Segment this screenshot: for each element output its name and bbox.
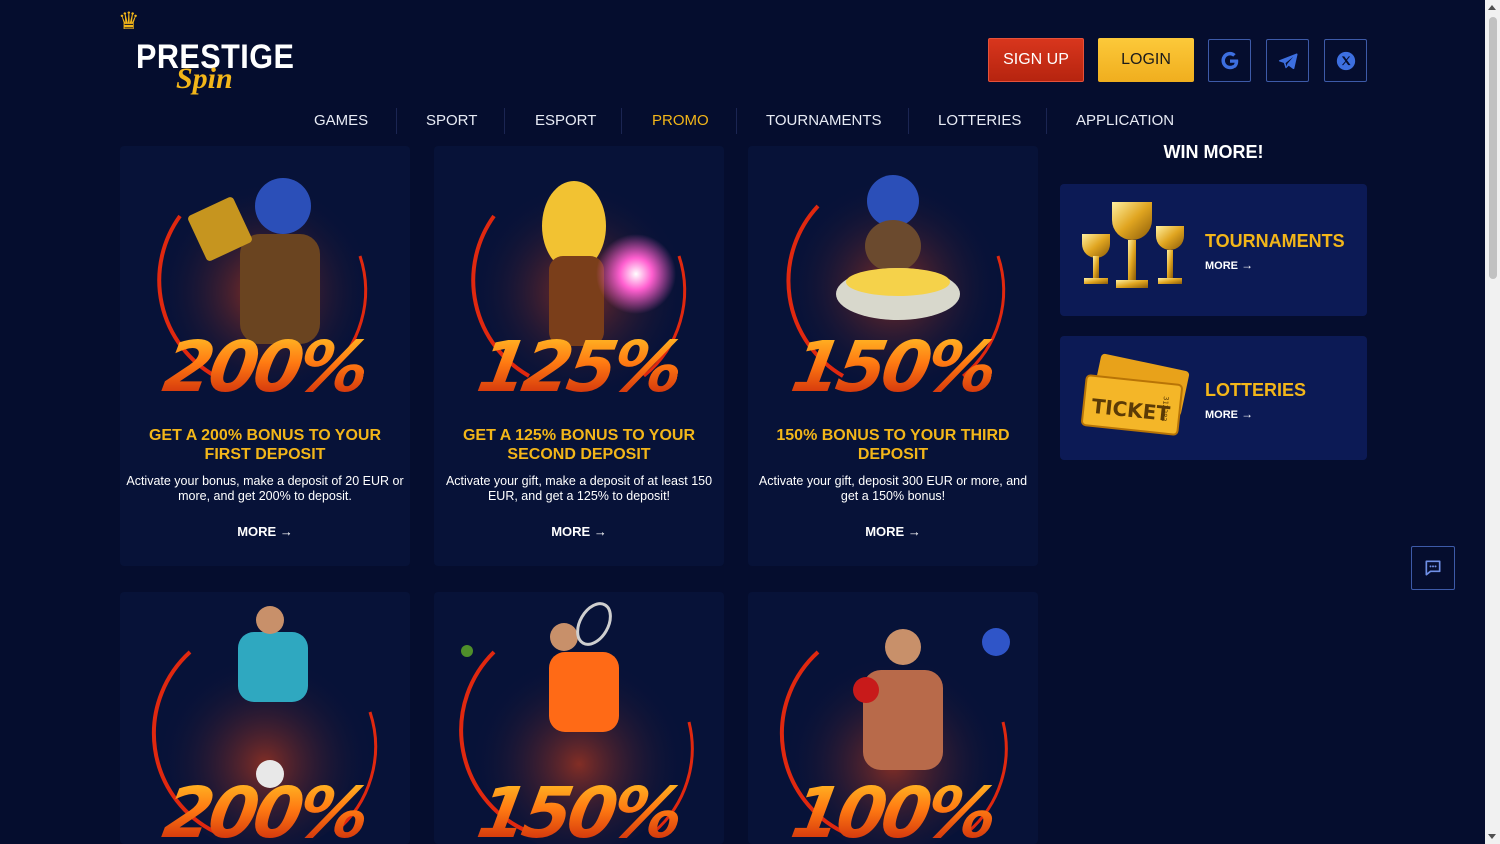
promo-description: Activate your gift, make a deposit of at… — [445, 474, 713, 503]
nav-divider — [1046, 108, 1047, 134]
nav-tournaments[interactable]: TOURNAMENTS — [766, 108, 882, 134]
nav-application[interactable]: APPLICATION — [1076, 108, 1174, 134]
ticket-icon: TICKET 312283 — [1081, 353, 1190, 436]
bonus-percent: 150% — [785, 326, 1001, 408]
arrow-right-icon: → — [593, 524, 607, 539]
lotteries-label: LOTTERIES — [1205, 380, 1307, 400]
nav-divider — [396, 108, 397, 134]
nav-games[interactable]: GAMES — [314, 108, 368, 134]
nav-esport[interactable]: ESPORT — [535, 108, 596, 134]
nav-promo[interactable]: PROMO — [652, 108, 709, 134]
google-login-button[interactable] — [1208, 39, 1251, 82]
nav-lotteries[interactable]: LOTTERIES — [938, 108, 1021, 134]
arrow-right-icon: → — [279, 524, 293, 539]
promo-description: Activate your gift, deposit 300 EUR or m… — [758, 474, 1028, 503]
promo-artwork: 100% — [748, 592, 1038, 844]
trophy-icon — [1082, 202, 1184, 288]
promo-card[interactable]: 125% GET A 125% BONUS TO YOUR SECOND DEP… — [434, 146, 724, 566]
promo-title: GET A 200% BONUS TO YOUR FIRST DEPOSIT — [148, 427, 382, 463]
arrow-right-icon: → — [907, 524, 921, 539]
bonus-percent: 100% — [748, 772, 1038, 844]
promo-artwork: 200% — [120, 146, 410, 408]
x-icon — [1336, 51, 1355, 70]
google-icon — [1220, 51, 1238, 69]
promo-title: 150% BONUS TO YOUR THIRD DEPOSIT — [776, 427, 1010, 463]
more-label: MORE — [551, 524, 591, 539]
more-label: MORE — [1205, 260, 1238, 272]
chat-button[interactable] — [1411, 546, 1455, 590]
promo-card[interactable]: 200% GET A 200% BONUS TO YOUR FIRST DEPO… — [120, 146, 410, 566]
promo-artwork: 125% — [434, 146, 724, 408]
sidebar-title: WIN MORE! — [1163, 142, 1264, 162]
telegram-login-button[interactable] — [1266, 39, 1309, 82]
promo-artwork: 200% — [120, 592, 410, 844]
nav-divider — [621, 108, 622, 134]
promo-card[interactable]: 200% — [120, 592, 410, 844]
more-label: MORE — [1205, 409, 1238, 421]
scroll-down-arrow-icon[interactable] — [1488, 834, 1496, 839]
arrow-right-icon: → — [1241, 258, 1254, 272]
promo-more-link[interactable]: MORE → — [748, 524, 1038, 539]
nav-sport[interactable]: SPORT — [426, 108, 477, 134]
tournaments-label: TOURNAMENTS — [1205, 231, 1345, 251]
scroll-thumb[interactable] — [1489, 17, 1497, 279]
lotteries-more-link[interactable]: MORE → — [1205, 407, 1253, 421]
tournaments-box[interactable]: TOURNAMENTS MORE → — [1060, 184, 1367, 316]
signup-button[interactable]: SIGN UP — [988, 38, 1084, 82]
page-scrollbar[interactable] — [1485, 0, 1500, 844]
promo-artwork: 150% — [748, 146, 1038, 408]
lotteries-box[interactable]: TICKET 312283 LOTTERIES MORE → — [1060, 336, 1367, 460]
promo-title: GET A 125% BONUS TO YOUR SECOND DEPOSIT — [462, 427, 696, 463]
logo-text-spin: Spin — [176, 62, 233, 95]
login-button[interactable]: LOGIN — [1098, 38, 1194, 82]
promo-artwork: 150% — [434, 592, 724, 844]
promo-card[interactable]: 100% — [748, 592, 1038, 844]
logo[interactable]: ♛ PRESTIGE Spin — [116, 8, 294, 96]
promo-description: Activate your bonus, make a deposit of 2… — [126, 474, 404, 503]
more-label: MORE — [865, 524, 905, 539]
scroll-up-arrow-icon[interactable] — [1488, 5, 1496, 10]
bonus-percent: 200% — [157, 326, 373, 408]
promo-card[interactable]: 150% — [434, 592, 724, 844]
tournaments-more-link[interactable]: MORE → — [1205, 258, 1253, 272]
arrow-right-icon: → — [1241, 407, 1254, 421]
promo-more-link[interactable]: MORE → — [120, 524, 410, 539]
crown-icon: ♛ — [118, 8, 140, 35]
nav-divider — [908, 108, 909, 134]
telegram-icon — [1278, 53, 1298, 69]
x-login-button[interactable] — [1324, 39, 1367, 82]
more-label: MORE — [237, 524, 277, 539]
bonus-percent: 200% — [120, 772, 410, 844]
bonus-percent: 125% — [471, 326, 687, 408]
nav-divider — [504, 108, 505, 134]
promo-card[interactable]: 150% 150% BONUS TO YOUR THIRD DEPOSIT Ac… — [748, 146, 1038, 566]
bonus-percent: 150% — [434, 772, 724, 844]
promo-more-link[interactable]: MORE → — [434, 524, 724, 539]
nav-divider — [736, 108, 737, 134]
chat-icon — [1425, 560, 1441, 576]
